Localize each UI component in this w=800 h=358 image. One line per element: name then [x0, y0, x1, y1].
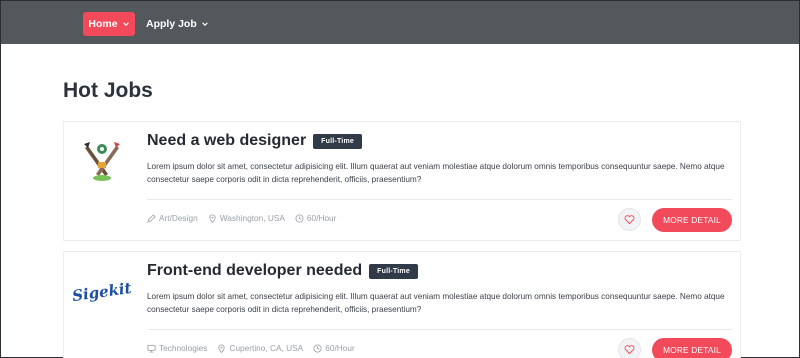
more-detail-button[interactable]: MORE DETAIL	[652, 338, 732, 358]
company-logo: Sigekit	[71, 268, 133, 316]
nav-home-link[interactable]: Home	[83, 12, 135, 36]
clock-icon	[295, 213, 304, 223]
pen-brush-logo-icon	[84, 142, 120, 181]
job-card: Need a web designer Full-Time Lorem ipsu…	[63, 121, 741, 241]
job-title[interactable]: Front-end developer needed	[147, 262, 362, 280]
top-navbar: Home Apply Job	[1, 1, 799, 44]
pencil-icon	[147, 213, 156, 223]
job-title[interactable]: Need a web designer	[147, 132, 306, 150]
job-title-row: Need a web designer Full-Time	[147, 132, 362, 150]
nav-home-label: Home	[88, 18, 118, 30]
job-type-badge: Full-Time	[369, 263, 418, 279]
job-location-label: Cupertino, CA, USA	[229, 343, 304, 353]
job-location: Washington, USA	[208, 213, 285, 223]
heart-icon	[624, 345, 635, 355]
job-rate-label: 60/Hour	[306, 213, 337, 223]
job-meta: Technologies Cupertino, CA, USA 60/Hour	[147, 343, 355, 353]
job-category: Art/Design	[147, 213, 198, 223]
clock-icon	[313, 343, 322, 353]
job-location-label: Washington, USA	[219, 213, 285, 223]
page-title: Hot Jobs	[63, 79, 153, 102]
job-title-row: Front-end developer needed Full-Time	[147, 262, 418, 280]
job-card: Sigekit Front-end developer needed Full-…	[63, 251, 741, 358]
job-description: Lorem ipsum dolor sit amet, consectetur …	[147, 292, 725, 314]
job-category-label: Technologies	[159, 343, 208, 353]
chevron-down-icon	[122, 22, 129, 26]
card-divider	[147, 199, 732, 200]
job-rate: 60/Hour	[313, 343, 355, 353]
more-detail-button[interactable]: MORE DETAIL	[652, 208, 732, 232]
map-pin-icon	[209, 214, 216, 223]
favorite-button[interactable]	[618, 208, 641, 231]
company-logo-text: Sigekit	[71, 278, 133, 306]
card-divider	[147, 329, 732, 330]
nav-apply-job-link[interactable]: Apply Job	[146, 12, 209, 36]
chevron-down-icon	[201, 22, 208, 26]
heart-icon	[624, 215, 635, 225]
job-location: Cupertino, CA, USA	[217, 343, 303, 353]
job-meta: Art/Design Washington, USA 60/Hour	[147, 213, 336, 223]
job-category: Technologies	[147, 343, 207, 353]
job-description: Lorem ipsum dolor sit amet, consectetur …	[147, 162, 725, 184]
job-rate: 60/Hour	[295, 213, 337, 223]
job-type-badge: Full-Time	[313, 133, 362, 149]
job-category-label: Art/Design	[159, 213, 198, 223]
map-pin-icon	[218, 344, 226, 353]
monitor-icon	[147, 344, 156, 353]
nav-apply-label: Apply Job	[146, 18, 197, 30]
favorite-button[interactable]	[618, 338, 641, 358]
job-rate-label: 60/Hour	[325, 343, 355, 353]
